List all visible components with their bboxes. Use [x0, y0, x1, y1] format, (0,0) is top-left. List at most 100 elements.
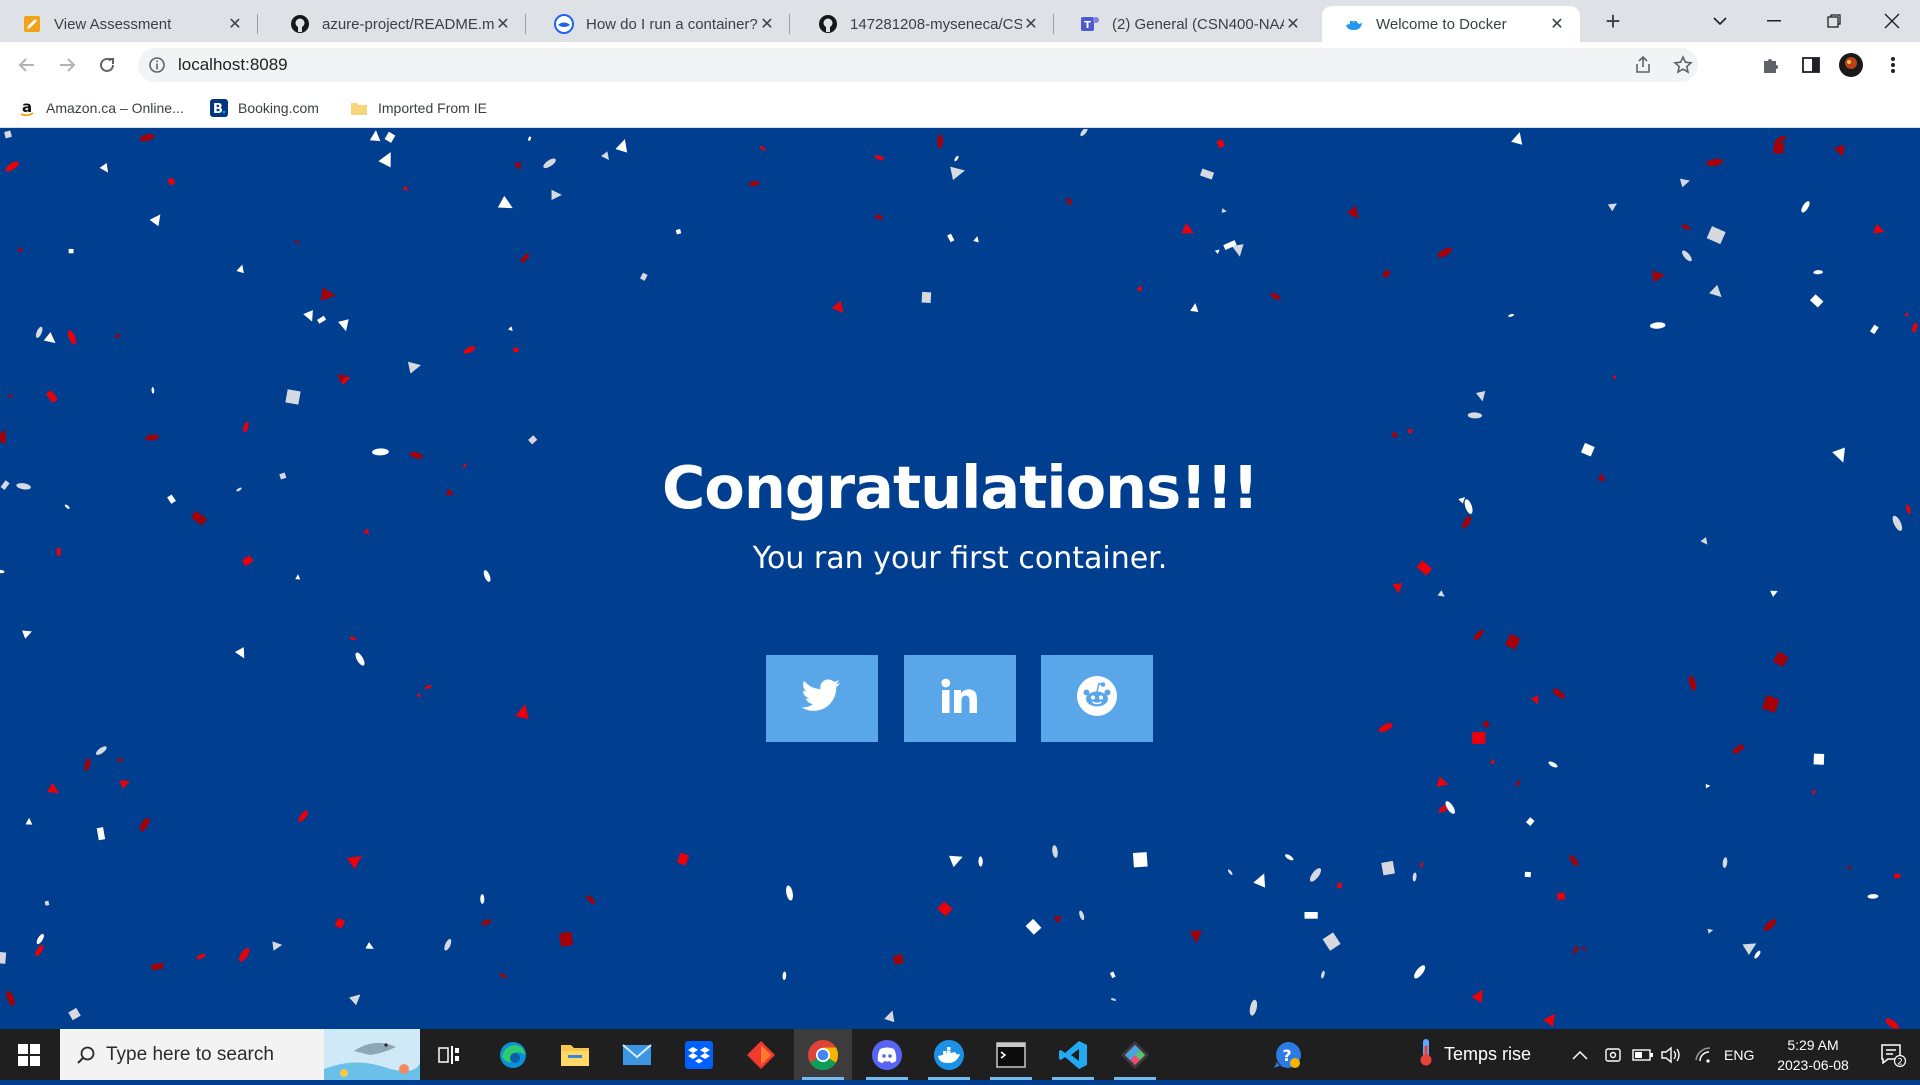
volume-icon[interactable] [1660, 1029, 1682, 1080]
restore-icon [1827, 14, 1841, 28]
taskbar-docker-desktop[interactable] [920, 1029, 978, 1080]
taskbar-discord[interactable] [858, 1029, 916, 1080]
confetti-piece [1322, 932, 1341, 951]
close-icon[interactable]: ✕ [1022, 14, 1040, 34]
confetti-piece [139, 134, 155, 142]
close-icon[interactable]: ✕ [1548, 14, 1566, 34]
confetti-piece [1770, 590, 1778, 597]
confetti-piece [1732, 743, 1745, 755]
confetti-piece [1813, 270, 1823, 275]
confetti-piece [759, 146, 766, 151]
taskbar-mail[interactable] [608, 1029, 666, 1080]
site-info-icon[interactable] [148, 56, 166, 74]
meet-now-icon[interactable] [1604, 1029, 1622, 1080]
confetti-piece [151, 387, 155, 394]
confetti-piece [96, 827, 106, 841]
windows-taskbar: Type here to search ? Temps rise ENG 5:2… [0, 1029, 1920, 1080]
taskbar-git-client[interactable] [1106, 1029, 1164, 1080]
confetti-piece [1706, 226, 1726, 245]
tab-search-button[interactable] [1692, 0, 1748, 42]
tab-welcome-docker[interactable]: Welcome to Docker ✕ [1322, 6, 1580, 42]
start-button[interactable] [0, 1029, 58, 1080]
bookmark-booking[interactable]: B Booking.com [210, 97, 319, 119]
extensions-puzzle-icon[interactable] [1758, 52, 1784, 78]
confetti-piece [1216, 139, 1225, 149]
weather-widget[interactable]: Temps rise [1418, 1029, 1531, 1080]
wifi-icon[interactable] [1694, 1029, 1714, 1080]
taskbar-git-app[interactable] [732, 1029, 790, 1080]
address-bar[interactable]: localhost:8089 [138, 48, 1698, 82]
bookmark-star-icon[interactable] [1670, 52, 1696, 78]
confetti-piece [676, 852, 690, 866]
notification-count: 2 [1897, 1057, 1903, 1067]
clock-time: 5:29 AM [1787, 1037, 1839, 1053]
taskbar-get-help[interactable]: ? [1258, 1029, 1316, 1080]
show-hidden-icons-button[interactable] [1572, 1029, 1588, 1080]
minimize-icon [1767, 20, 1781, 22]
confetti-piece [1504, 633, 1521, 650]
taskbar-terminal[interactable] [982, 1029, 1040, 1080]
confetti-piece [1227, 869, 1233, 875]
confetti-piece [675, 228, 682, 235]
close-icon[interactable]: ✕ [758, 14, 776, 34]
help-icon: ? [1274, 1041, 1301, 1068]
close-icon[interactable]: ✕ [494, 14, 512, 34]
confetti-piece [615, 139, 628, 153]
bookmark-imported-from-ie[interactable]: Imported From IE [350, 97, 487, 119]
taskbar-chrome[interactable] [794, 1029, 852, 1080]
action-center-button[interactable]: 2 [1866, 1029, 1920, 1080]
tab-title: azure-project/README.md [322, 15, 494, 33]
twitter-share-button[interactable] [766, 655, 878, 742]
confetti-piece [0, 429, 7, 445]
kebab-menu-icon[interactable] [1880, 52, 1906, 78]
confetti-piece [874, 154, 885, 161]
tab-view-assessment[interactable]: View Assessment ✕ [0, 6, 258, 42]
confetti-piece [1530, 695, 1539, 705]
address-url[interactable]: localhost:8089 [178, 55, 288, 75]
tab-myseneca[interactable]: 147281208-myseneca/CSN ✕ [796, 6, 1054, 42]
minimize-button[interactable] [1746, 0, 1802, 42]
confetti-piece [1304, 911, 1318, 919]
confetti-piece [234, 647, 245, 659]
forward-button[interactable] [52, 50, 82, 80]
close-window-button[interactable] [1864, 0, 1920, 42]
share-icon[interactable] [1630, 52, 1656, 78]
side-panel-icon[interactable] [1798, 52, 1824, 78]
close-icon[interactable]: ✕ [1284, 14, 1302, 34]
taskbar-clock[interactable]: 5:29 AM 2023-06-08 [1768, 1035, 1858, 1075]
close-icon[interactable]: ✕ [226, 14, 244, 34]
confetti-piece [1607, 203, 1617, 212]
tab-run-container[interactable]: How do I run a container? ✕ [532, 6, 790, 42]
reload-button[interactable] [92, 50, 122, 80]
input-language-indicator[interactable]: ENG [1724, 1029, 1754, 1080]
taskbar-dropbox[interactable] [670, 1029, 728, 1080]
back-button[interactable] [12, 50, 42, 80]
restore-button[interactable] [1806, 0, 1862, 42]
profile-avatar[interactable] [1838, 52, 1864, 78]
linkedin-share-button[interactable] [904, 655, 1016, 742]
confetti-piece [416, 693, 421, 699]
confetti-piece [1773, 651, 1789, 668]
confetti-piece [8, 393, 14, 398]
confetti-piece [1190, 303, 1199, 313]
taskbar-file-explorer[interactable] [546, 1029, 604, 1080]
confetti-piece [1284, 854, 1294, 861]
tab-azure-readme[interactable]: azure-project/README.md ✕ [268, 6, 526, 42]
reddit-share-button[interactable] [1041, 655, 1153, 742]
taskbar-search-box[interactable]: Type here to search [60, 1029, 420, 1080]
bookmark-amazon[interactable]: a Amazon.ca – Online... [18, 97, 184, 119]
task-view-button[interactable] [420, 1029, 478, 1080]
new-tab-button[interactable]: + [1598, 8, 1628, 36]
confetti-piece [46, 782, 60, 794]
confetti-piece [149, 214, 161, 227]
confetti-piece [1847, 865, 1852, 870]
search-placeholder: Type here to search [106, 1043, 274, 1065]
taskbar-vscode[interactable] [1044, 1029, 1102, 1080]
battery-icon[interactable] [1632, 1029, 1654, 1080]
confetti-piece [1489, 758, 1495, 765]
close-icon [1884, 13, 1900, 29]
confetti-piece [1833, 144, 1845, 158]
taskbar-edge[interactable] [484, 1029, 542, 1080]
confetti-piece [1181, 223, 1195, 234]
tab-teams-general[interactable]: T (2) General (CSN400-NAA- ✕ [1058, 6, 1316, 42]
